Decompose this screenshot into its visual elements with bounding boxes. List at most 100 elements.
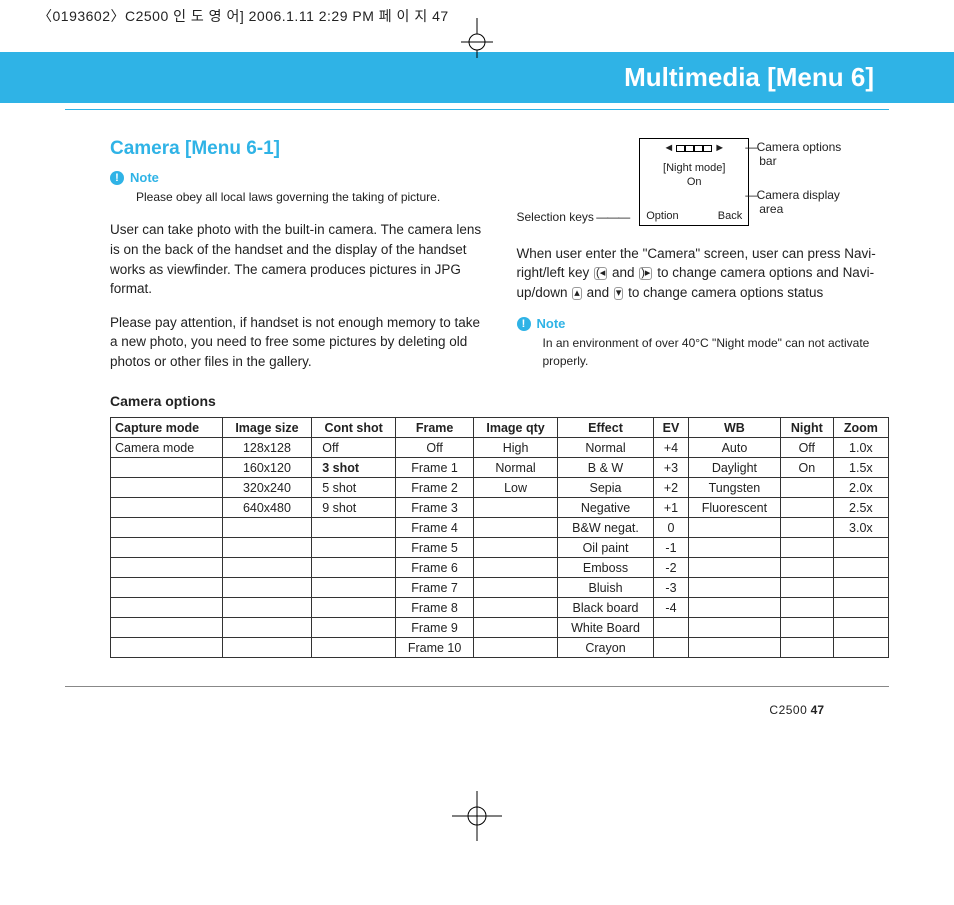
table-cell: [111, 518, 223, 538]
table-cell: +1: [654, 498, 689, 518]
table-cell: Frame 6: [396, 558, 474, 578]
night-mode-value: On: [640, 175, 748, 189]
selection-keys-label: Selection keys: [517, 210, 630, 224]
table-cell: Frame 2: [396, 478, 474, 498]
table-cell: Off: [396, 438, 474, 458]
table-cell: [833, 618, 888, 638]
camera-options-subhead: Camera options: [110, 393, 483, 409]
table-cell: [312, 538, 396, 558]
nav-left-icon: (◂: [594, 267, 607, 280]
table-cell: [111, 538, 223, 558]
table-cell: Fluorescent: [688, 498, 780, 518]
table-cell: B & W: [557, 458, 653, 478]
table-cell: [312, 518, 396, 538]
softkey-option: Option: [646, 210, 678, 222]
table-cell: On: [780, 458, 833, 478]
table-cell: [222, 638, 312, 658]
table-row: Camera mode128x128OffOffHighNormal+4Auto…: [111, 438, 889, 458]
table-cell: [111, 578, 223, 598]
table-cell: [222, 578, 312, 598]
table-cell: [222, 598, 312, 618]
table-cell: -3: [654, 578, 689, 598]
table-header: EV: [654, 418, 689, 438]
table-cell: Normal: [474, 458, 558, 478]
table-cell: [688, 558, 780, 578]
table-cell: [780, 638, 833, 658]
info-icon: !: [517, 317, 531, 331]
left-column: Camera [Menu 6-1] ! Note Please obey all…: [110, 138, 483, 415]
footer-page-number: 47: [811, 703, 824, 717]
table-cell: Frame 10: [396, 638, 474, 658]
table-cell: [111, 638, 223, 658]
table-cell: [312, 598, 396, 618]
table-row: Frame 10Crayon: [111, 638, 889, 658]
table-header: Effect: [557, 418, 653, 438]
table-cell: +2: [654, 478, 689, 498]
table-cell: [780, 498, 833, 518]
table-cell: +3: [654, 458, 689, 478]
phone-screen-box: ◄ ► [Night mode] On Option Back: [639, 138, 749, 226]
table-cell: [780, 478, 833, 498]
table-cell: 9 shot: [312, 498, 396, 518]
nav-down-icon: ▾: [614, 287, 624, 300]
table-cell: [474, 638, 558, 658]
table-cell: [111, 478, 223, 498]
softkey-back: Back: [718, 210, 742, 222]
table-cell: [474, 518, 558, 538]
table-cell: [111, 598, 223, 618]
table-cell: [111, 498, 223, 518]
table-cell: 320x240: [222, 478, 312, 498]
table-cell: [688, 518, 780, 538]
table-cell: [688, 578, 780, 598]
table-cell: [474, 498, 558, 518]
table-row: Frame 5 Oil paint-1: [111, 538, 889, 558]
table-cell: Frame 7: [396, 578, 474, 598]
table-cell: [688, 638, 780, 658]
table-cell: High: [474, 438, 558, 458]
table-cell: [474, 598, 558, 618]
table-cell: -4: [654, 598, 689, 618]
table-cell: 1.0x: [833, 438, 888, 458]
table-cell: 0: [654, 518, 689, 538]
table-cell: B&W negat.: [557, 518, 653, 538]
table-cell: [833, 638, 888, 658]
table-row: 320x2405 shotFrame 2LowSepia+2Tungsten2.…: [111, 478, 889, 498]
table-cell: [654, 638, 689, 658]
table-cell: [111, 458, 223, 478]
table-header: Zoom: [833, 418, 888, 438]
table-cell: -1: [654, 538, 689, 558]
note-text-2: In an environment of over 40°C "Night mo…: [543, 335, 890, 370]
table-row: Frame 4B&W negat.03.0x: [111, 518, 889, 538]
table-cell: 2.5x: [833, 498, 888, 518]
table-cell: [833, 598, 888, 618]
table-cell: Frame 8: [396, 598, 474, 618]
table-cell: [780, 578, 833, 598]
table-row: 160x1203 shotFrame 1NormalB & W+3Dayligh…: [111, 458, 889, 478]
table-cell: [312, 558, 396, 578]
table-header: WB: [688, 418, 780, 438]
nav-up-icon: ▴: [572, 287, 582, 300]
table-cell: Frame 5: [396, 538, 474, 558]
note-label: Note: [130, 170, 159, 185]
table-cell: [780, 538, 833, 558]
table-cell: Black board: [557, 598, 653, 618]
paragraph-3: When user enter the "Camera" screen, use…: [517, 244, 890, 303]
table-header: Night: [780, 418, 833, 438]
table-cell: [474, 578, 558, 598]
table-cell: [688, 618, 780, 638]
table-cell: [312, 578, 396, 598]
table-cell: [222, 538, 312, 558]
table-row: Frame 9White Board: [111, 618, 889, 638]
table-cell: Normal: [557, 438, 653, 458]
table-cell: [474, 558, 558, 578]
table-cell: 3 shot: [312, 458, 396, 478]
table-cell: [833, 558, 888, 578]
table-row: 640x4809 shotFrame 3Negative+1Fluorescen…: [111, 498, 889, 518]
table-cell: [654, 618, 689, 638]
table-cell: [474, 618, 558, 638]
table-cell: Oil paint: [557, 538, 653, 558]
info-icon: !: [110, 171, 124, 185]
footer-model: C2500: [769, 703, 807, 717]
table-cell: [780, 518, 833, 538]
note-text-1: Please obey all local laws governing the…: [136, 189, 483, 206]
